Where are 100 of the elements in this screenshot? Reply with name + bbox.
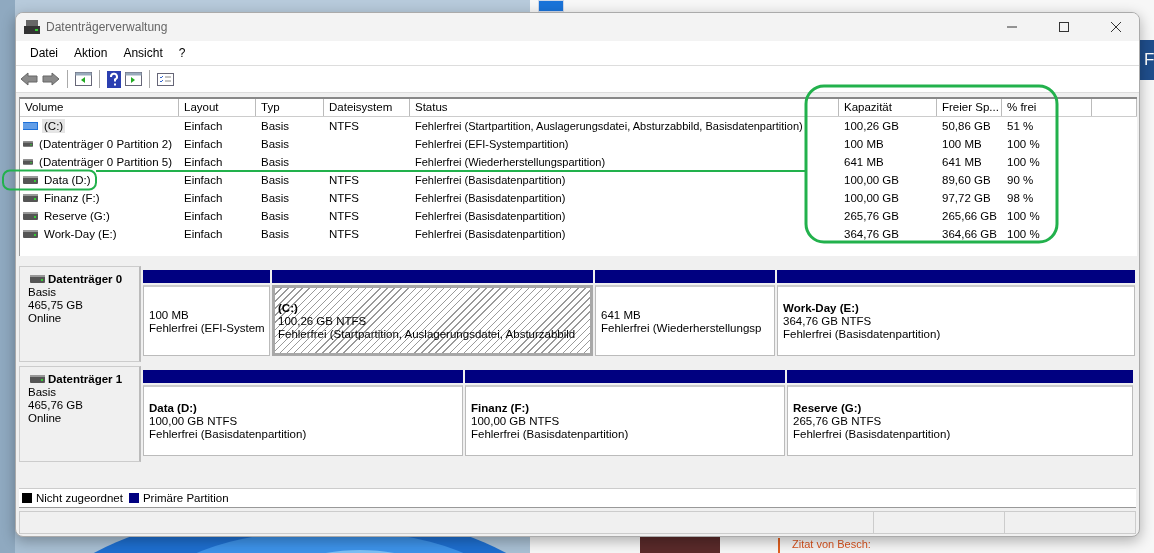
partition-block[interactable]: Reserve (G:) 265,76 GB NTFS Fehlerfrei (Basisdatenpartition) [787,385,1133,456]
table-cell: NTFS [329,174,360,186]
table-cell: 100 % [1007,138,1040,150]
partition-status: Fehlerfrei (Basisdatenpartition) [471,428,630,440]
drive-icon [30,375,45,383]
partition-block[interactable]: Finanz (F:) 100,00 GB NTFS Fehlerfrei (Basisdatenpartition) [465,385,785,456]
table-cell: Basis [261,192,290,204]
drive-name[interactable]: Reserve (G:) [42,209,112,223]
table-cell: 100 % [1007,228,1040,240]
table-cell: Einfach [184,228,223,240]
table-cell: Einfach [184,138,223,150]
menu-item[interactable]: Aktion [66,44,116,62]
table-cell: 100 % [1007,210,1040,222]
partition-block[interactable]: Data (D:) 100,00 GB NTFS Fehlerfrei (Basisdatenpartition) [143,385,463,456]
table-cell: Einfach [184,210,223,222]
table-cell: 98 % [1007,192,1034,204]
drive-icon [23,212,38,220]
table-cell: 100 MB [942,138,982,150]
maximize-icon[interactable] [1056,21,1072,33]
legend-label: Nicht zugeordnet [36,492,123,504]
table-cell: 97,72 GB [942,192,991,204]
table-cell: Basis [261,210,290,222]
table-cell: Basis [261,174,290,186]
table-cell: 641 MB [942,156,982,168]
side-panel-tab[interactable]: F [1140,40,1154,80]
partition-label: Reserve (G:) [793,402,863,414]
disk-info: Online [28,312,63,324]
table-cell: 364,76 GB [844,228,899,240]
table-cell: NTFS [329,192,360,204]
disk-name: Datenträger 1 [48,373,123,385]
table-cell: Einfach [184,192,223,204]
table-cell: 364,66 GB [942,228,997,240]
table-cell: NTFS [329,210,360,222]
table-cell: 100 MB [844,138,884,150]
help-icon[interactable] [107,70,121,88]
partition-label: Data (D:) [149,402,198,414]
table-cell: 100 % [1007,156,1040,168]
partition-block[interactable]: 641 MB Fehlerfrei (Wiederherstellungsp [595,285,775,356]
partition-size: 265,76 GB NTFS [793,415,883,427]
forward-arrow-icon[interactable] [42,72,60,86]
drive-name[interactable]: Data (D:) [42,173,93,187]
partition-label: Work-Day (E:) [783,302,860,314]
partition-status: Fehlerfrei (Basisdatenpartition) [149,428,308,440]
partition-block[interactable]: Work-Day (E:) 364,76 GB NTFS Fehlerfrei (Basisdatenpartition) [777,285,1135,356]
drive-name[interactable]: Work-Day (E:) [42,227,119,241]
legend-label: Primäre Partition [142,492,229,504]
disk-info: 465,75 GB [28,299,84,311]
panel-icon[interactable] [125,72,142,86]
table-cell: Einfach [184,156,223,168]
menu-item[interactable]: ? [170,44,194,62]
table-cell: 265,66 GB [942,210,997,222]
disk-info: Online [28,412,63,424]
partition-status: Fehlerfrei (Wiederherstellungsp [601,321,763,334]
drive-name[interactable]: (C:) [42,119,66,133]
partition-status: Fehlerfrei (Basisdatenpartition) [793,428,952,440]
table-cell: 265,76 GB [844,210,899,222]
table-cell: Fehlerfrei (Wiederherstellungspartition) [415,156,606,168]
table-cell: 100,26 GB [844,120,899,132]
table-cell: 100,00 GB [844,192,899,204]
table-cell: 51 % [1007,120,1034,132]
drive-icon [23,140,34,148]
partition-size: 100,26 GB NTFS [278,314,368,327]
table-cell: Einfach [184,120,223,132]
drive-name[interactable]: (Datenträger 0 Partition 2) [37,137,174,151]
partition-size: 641 MB [601,308,642,321]
panel-icon[interactable] [75,72,92,86]
table-cell: 50,86 GB [942,120,991,132]
table-cell: 641 MB [844,156,884,168]
table-cell: 89,60 GB [942,174,991,186]
partition-block[interactable]: 100 MB Fehlerfrei (EFI-System [143,285,270,356]
partition-label: Finanz (F:) [471,402,531,414]
table-cell: Fehlerfrei (Basisdatenpartition) [415,174,566,186]
close-icon[interactable] [1108,21,1124,33]
table-cell: Basis [261,228,290,240]
table-cell: 90 % [1007,174,1034,186]
drive-icon [30,275,45,283]
drive-icon [23,230,38,238]
partition-size: 100,00 GB NTFS [149,415,239,427]
table-cell: Basis [261,138,290,150]
partition-status: Fehlerfrei (EFI-System [149,321,264,334]
table-cell: 100,00 GB [844,174,899,186]
table-cell: NTFS [329,120,360,132]
drive-icon [23,122,38,130]
table-cell: Fehlerfrei (Startpartition, Auslagerungsdatei, Absturzabbild, Basisdatenpartition) [415,120,803,132]
disk-name: Datenträger 0 [48,273,123,285]
disk-management-icon [24,20,40,34]
drive-name[interactable]: Finanz (F:) [42,191,102,205]
partition-size: 364,76 GB NTFS [783,315,873,327]
disk-info: 465,76 GB [28,399,84,411]
drive-icon [23,176,38,184]
table-cell: Basis [261,120,290,132]
back-arrow-icon[interactable] [20,72,38,86]
drive-name[interactable]: (Datenträger 0 Partition 5) [37,155,174,169]
partition-block[interactable]: (C:) 100,26 GB NTFS Fehlerfrei (Startpartition, Auslagerungsdatei, Absturzabbild [272,285,593,356]
table-cell: Fehlerfrei (Basisdatenpartition) [415,192,566,204]
table-cell: Fehlerfrei (Basisdatenpartition) [415,228,566,240]
menu-item[interactable]: Ansicht [115,44,171,62]
menu-item[interactable]: Datei [22,44,66,62]
table-cell: Einfach [184,174,223,186]
properties-icon[interactable] [157,72,174,86]
